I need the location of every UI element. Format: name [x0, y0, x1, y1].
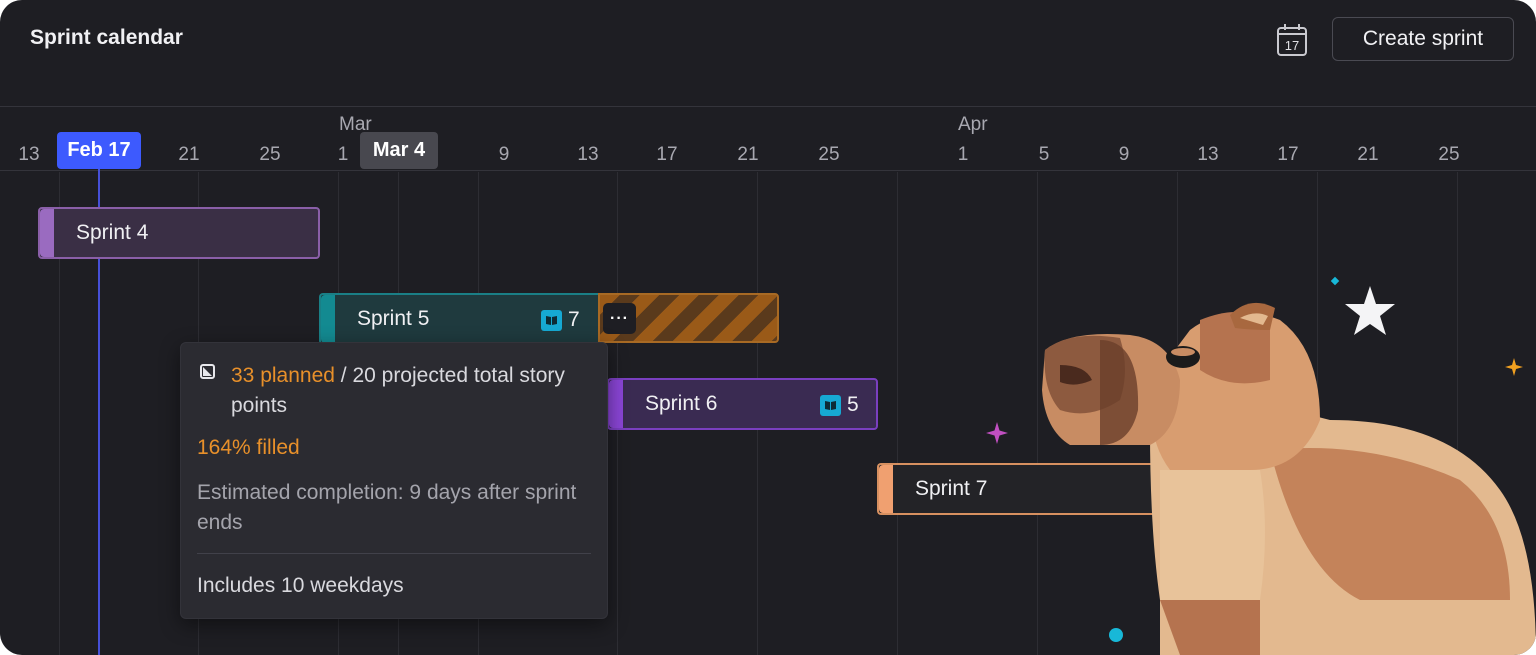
- sprint-calendar-panel: Sprint calendar 17 Create sprint Mar Apr…: [0, 0, 1536, 655]
- date-tick: 21: [737, 144, 759, 165]
- sprint-name: Sprint 7: [915, 477, 988, 500]
- sprint-name: Sprint 5: [357, 307, 430, 330]
- sprint-resize-handle[interactable]: [321, 295, 335, 343]
- today-marker: Feb 17: [57, 132, 141, 169]
- story-points-icon: [200, 364, 215, 379]
- date-tick: 25: [818, 144, 840, 165]
- page-title: Sprint calendar: [30, 26, 183, 49]
- date-tick: 1: [337, 144, 349, 165]
- sprint-bar-4[interactable]: Sprint 4: [38, 207, 320, 259]
- sprint-name: Sprint 4: [76, 221, 149, 244]
- sprint-resize-handle[interactable]: [609, 380, 623, 428]
- calendar-icon-day: 17: [1285, 38, 1299, 53]
- book-icon: [541, 309, 562, 331]
- planned-points: 33 planned: [231, 364, 335, 387]
- grid-line: [897, 172, 898, 655]
- date-tick: 25: [1438, 144, 1460, 165]
- date-tick: 5: [1038, 144, 1050, 165]
- date-tick: 9: [1118, 144, 1130, 165]
- tooltip-divider: [197, 553, 591, 554]
- date-tick: 13: [577, 144, 599, 165]
- issue-count: 5: [847, 393, 859, 416]
- weekday-count: Includes 10 weekdays: [197, 574, 404, 597]
- calendar-icon: 17: [1277, 24, 1307, 56]
- sparkle-icon: [986, 422, 1008, 444]
- sprint-resize-handle[interactable]: [40, 209, 54, 257]
- date-tick: 1: [957, 144, 969, 165]
- sprint-name: Sprint 6: [645, 392, 718, 415]
- fill-percentage: 164% filled: [197, 436, 300, 459]
- date-tick: 17: [656, 144, 678, 165]
- sprint-resize-handle[interactable]: [879, 465, 893, 513]
- date-tick: 21: [178, 144, 200, 165]
- hover-date-marker: Mar 4: [360, 132, 438, 169]
- estimated-completion: Estimated completion: 9 days after sprin…: [197, 481, 577, 534]
- calendar-button[interactable]: 17: [1272, 20, 1312, 60]
- date-tick: 9: [498, 144, 510, 165]
- issue-count: 7: [568, 308, 580, 331]
- month-label-apr: Apr: [958, 114, 988, 135]
- date-tick: 21: [1357, 144, 1379, 165]
- date-tick: 13: [1197, 144, 1219, 165]
- date-tick: 25: [259, 144, 281, 165]
- create-sprint-button[interactable]: Create sprint: [1332, 17, 1514, 61]
- header-divider: [0, 106, 1536, 107]
- sprint-6-issue-count: 5: [820, 393, 859, 417]
- axis-divider: [0, 170, 1536, 171]
- more-button[interactable]: ···: [603, 303, 636, 334]
- date-tick: 13: [18, 144, 40, 165]
- story-points-summary: 33 planned / 20 projected total story po…: [231, 361, 571, 421]
- sprint-5-issue-count: 7: [541, 308, 580, 332]
- capybara-illustration: [1042, 302, 1536, 655]
- book-icon: [820, 394, 841, 416]
- date-tick: 17: [1277, 144, 1299, 165]
